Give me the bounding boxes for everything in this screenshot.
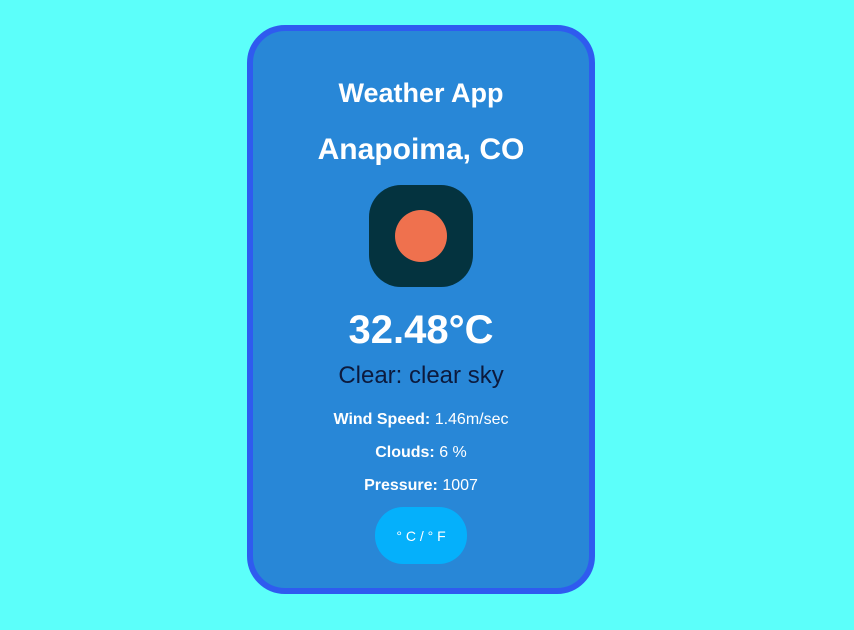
clear-sky-sun-icon [395, 210, 447, 262]
wind-speed-value: 1.46m/sec [434, 411, 509, 428]
pressure-value: 1007 [442, 477, 478, 494]
weather-description: Clear: clear sky [338, 362, 504, 389]
app-title: Weather App [338, 78, 504, 108]
weather-icon-container [369, 185, 473, 287]
temperature-value: 32.48°C [348, 308, 494, 352]
wind-speed-stat: Wind Speed: 1.46m/sec [333, 410, 508, 430]
wind-speed-label: Wind Speed: [333, 411, 431, 428]
weather-card: Weather App Anapoima, CO 32.48°C Clear: … [247, 25, 595, 594]
pressure-label: Pressure: [364, 477, 438, 494]
unit-toggle-button[interactable]: ° C / ° F [375, 507, 467, 564]
clouds-label: Clouds: [375, 444, 435, 461]
location-name: Anapoima, CO [317, 133, 525, 166]
clouds-value: 6 % [439, 444, 467, 461]
clouds-stat: Clouds: 6 % [375, 443, 467, 463]
pressure-stat: Pressure: 1007 [364, 476, 478, 496]
